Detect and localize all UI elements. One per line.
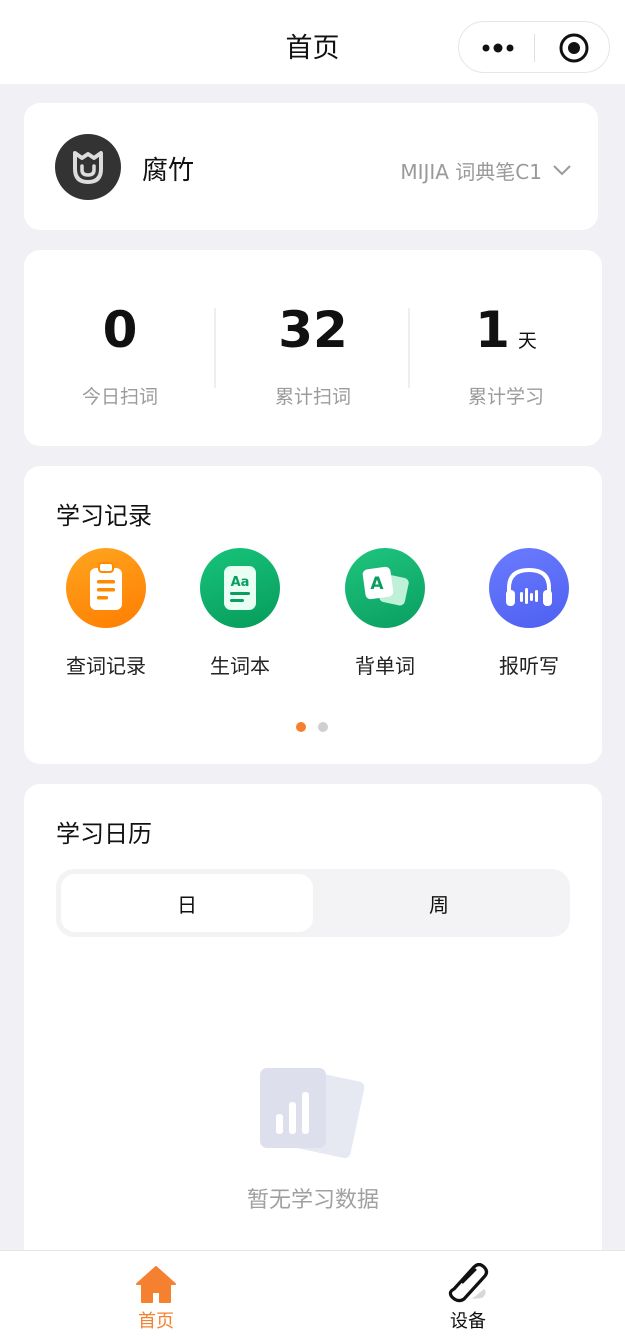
record-item-lookup-history[interactable]: 查词记录 (46, 548, 166, 679)
svg-text:A: A (370, 574, 384, 594)
stat-study-days: 1天 累计学习 (410, 302, 602, 409)
mijia-logo-icon (73, 151, 103, 184)
vocab-book-icon: Aa (200, 548, 280, 628)
tab-label: 设备 (450, 1311, 486, 1332)
capsule-divider (534, 34, 535, 62)
bottom-tab-bar: 首页 设备 (0, 1250, 625, 1338)
record-item-memorize-words[interactable]: A 背单词 (325, 548, 445, 679)
tab-device[interactable]: 设备 (408, 1263, 528, 1333)
section-title: 学习记录 (56, 502, 152, 530)
stat-total-scans: 32 累计扫词 (217, 302, 409, 409)
tab-week[interactable]: 周 (313, 874, 565, 932)
stat-unit: 天 (517, 330, 537, 352)
record-label: 报听写 (499, 654, 559, 678)
empty-chart-icon (260, 1068, 365, 1158)
stat-label: 累计学习 (467, 386, 544, 408)
more-menu-icon[interactable] (481, 39, 515, 57)
device-selector[interactable]: MIJIA 词典笔C1 (400, 155, 572, 185)
clipboard-icon (66, 548, 146, 628)
record-item-dictation[interactable]: 报听写 (469, 548, 589, 679)
study-calendar-card: 学习日历 日 周 暂无学习数据 (24, 784, 602, 1304)
stats-card: 0 今日扫词 32 累计扫词 1天 累计学习 (24, 250, 602, 446)
avatar[interactable] (55, 134, 121, 200)
stat-label: 今日扫词 (81, 386, 158, 408)
mini-program-capsule (458, 21, 610, 73)
stat-today-scans: 0 今日扫词 (24, 302, 216, 409)
pen-icon (448, 1263, 489, 1303)
period-segmented-control: 日 周 (56, 869, 570, 937)
page-indicator (296, 722, 328, 732)
record-label: 背单词 (355, 654, 415, 678)
device-name: MIJIA 词典笔C1 (400, 159, 542, 184)
headphones-icon (489, 548, 569, 628)
study-records-card: 学习记录 查词记录 Aa 生词本 A 背单词 报听写 (24, 466, 602, 764)
page-dot (318, 722, 328, 732)
page-dot-active (296, 722, 306, 732)
profile-card: 腐竹 MIJIA 词典笔C1 (24, 103, 598, 230)
record-item-vocab-book[interactable]: Aa 生词本 (180, 548, 300, 679)
tab-day[interactable]: 日 (61, 874, 313, 932)
section-title: 学习日历 (56, 820, 152, 848)
empty-state-text: 暂无学习数据 (246, 1188, 379, 1213)
stat-label: 累计扫词 (274, 386, 351, 408)
stat-value: 1 (475, 301, 510, 359)
navigation-bar: 首页 (0, 0, 625, 84)
stat-value: 32 (278, 301, 348, 359)
record-label: 查词记录 (66, 654, 146, 678)
stat-value: 0 (102, 301, 138, 359)
svg-text:Aa: Aa (231, 575, 250, 590)
record-label: 生词本 (210, 654, 270, 678)
user-name: 腐竹 (142, 156, 195, 186)
chevron-down-icon (553, 165, 571, 176)
tab-home[interactable]: 首页 (96, 1263, 216, 1333)
tab-label: 首页 (138, 1311, 174, 1332)
close-mini-program-icon[interactable] (558, 32, 590, 64)
stat-divider (214, 308, 216, 388)
flashcard-icon: A (345, 548, 425, 628)
home-icon (136, 1266, 176, 1303)
